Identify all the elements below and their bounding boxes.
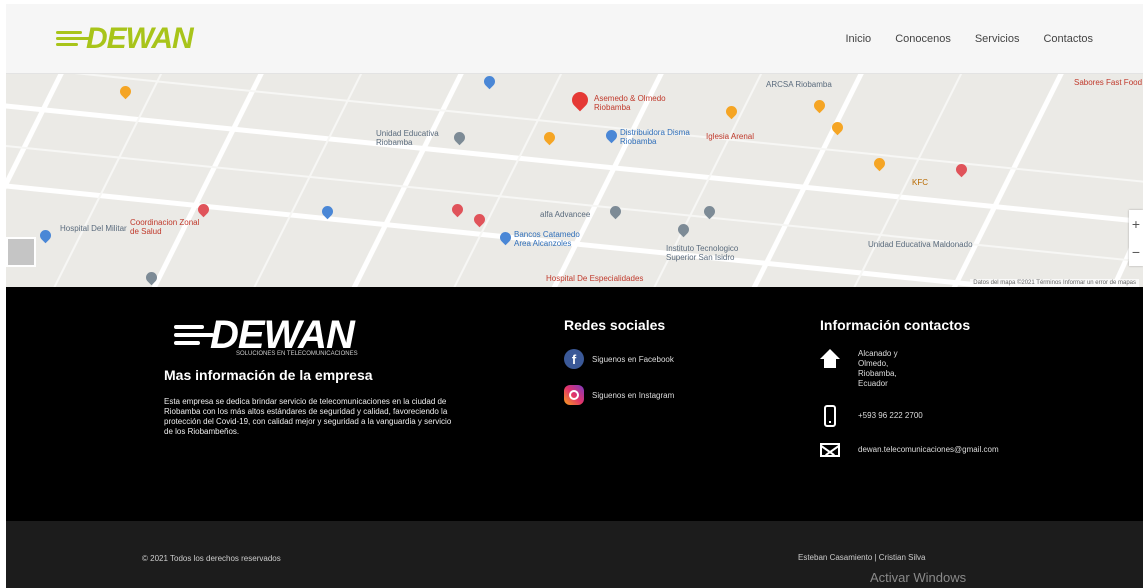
map-label[interactable]: ARCSA Riobamba: [766, 80, 832, 89]
zoom-out-button[interactable]: −: [1132, 238, 1140, 266]
contact-phone[interactable]: +593 96 222 2700: [820, 405, 999, 427]
site-footer: DEWAN SOLUCIONES EN TELECOMUNICACIONES M…: [6, 287, 1143, 521]
footer-social: Redes sociales f Siguenos en Facebook Si…: [564, 317, 674, 405]
brand-name: DEWAN: [86, 21, 194, 55]
logo-speed-lines: [174, 325, 214, 345]
footer-contact: Información contactos Alcanado y Olmedo,…: [820, 317, 999, 457]
zoom-in-button[interactable]: +: [1132, 210, 1140, 238]
facebook-icon: f: [564, 349, 584, 369]
bottom-bar: © 2021 Todos los derechos reservados Est…: [6, 521, 1143, 588]
phone-text: +593 96 222 2700: [858, 411, 923, 420]
contact-email[interactable]: dewan.telecomunicaciones@gmail.com: [820, 443, 999, 457]
footer-about: DEWAN SOLUCIONES EN TELECOMUNICACIONES M…: [164, 315, 464, 437]
footer-logo-subtitle: SOLUCIONES EN TELECOMUNICACIONES: [236, 351, 358, 357]
map-label[interactable]: Iglesia Arenal: [706, 132, 754, 141]
navbar: DEWAN Inicio Conocenos Servicios Contact…: [6, 4, 1143, 74]
map-label[interactable]: KFC: [912, 178, 928, 187]
about-title: Mas información de la empresa: [164, 367, 373, 383]
map-label[interactable]: Sabores Fast Food: [1074, 78, 1142, 87]
logo-speed-lines: [56, 31, 90, 46]
email-text: dewan.telecomunicaciones@gmail.com: [858, 445, 999, 454]
map-label[interactable]: alfa Advancee: [540, 210, 590, 219]
map-label[interactable]: Instituto Tecnologico Superior San Isidr…: [666, 244, 766, 262]
activate-windows-watermark: Activar Windows: [870, 570, 967, 585]
map-label[interactable]: Distribuidora Disma Riobamba: [620, 128, 710, 146]
map-zoom-control: + −: [1129, 210, 1143, 266]
about-text: Esta empresa se dedica brindar servicio …: [164, 397, 452, 436]
main-nav: Inicio Conocenos Servicios Contactos: [846, 33, 1094, 45]
instagram-link-label: Siguenos en Instagram: [592, 390, 675, 400]
map-label[interactable]: Coordinacion Zonal de Salud: [130, 218, 210, 236]
footer-brand-name: DEWAN: [210, 313, 355, 357]
map-label[interactable]: Unidad Educativa Maldonado: [868, 240, 973, 249]
contact-title: Información contactos: [820, 317, 971, 333]
phone-icon: [824, 405, 836, 427]
instagram-link[interactable]: Siguenos en Instagram: [564, 385, 674, 405]
credits-text: Esteban Casamiento | Cristian Silva: [798, 553, 926, 562]
contact-address: Alcanado y Olmedo, Riobamba, Ecuador: [820, 349, 999, 389]
nav-item-conocenos[interactable]: Conocenos: [895, 33, 951, 45]
map-label[interactable]: Asemedo & Olmedo Riobamba: [594, 94, 674, 112]
copyright-text: © 2021 Todos los derechos reservados: [142, 554, 281, 563]
map-label[interactable]: Hospital Del Militar: [60, 224, 140, 233]
social-title: Redes sociales: [564, 317, 666, 333]
map-label[interactable]: Unidad Educativa Riobamba: [376, 129, 454, 147]
embedded-map[interactable]: Asemedo & Olmedo Riobamba Unidad Educati…: [6, 74, 1143, 287]
map-satellite-toggle[interactable]: [6, 237, 36, 267]
facebook-link[interactable]: f Siguenos en Facebook: [564, 349, 674, 369]
map-label[interactable]: Bancos Catamedo Area Alcanzoles: [514, 230, 594, 248]
facebook-link-label: Siguenos en Facebook: [592, 354, 674, 364]
address-text: Alcanado y Olmedo, Riobamba, Ecuador: [858, 349, 898, 388]
email-icon: [820, 443, 840, 457]
home-icon: [820, 349, 840, 369]
nav-item-contactos[interactable]: Contactos: [1043, 33, 1093, 45]
map-attribution[interactable]: Datos del mapa ©2021 Términos Informar u…: [970, 279, 1139, 287]
map-label[interactable]: Hospital De Especialidades: [546, 274, 643, 283]
instagram-icon: [564, 385, 584, 405]
brand-logo[interactable]: DEWAN: [56, 21, 194, 56]
nav-item-servicios[interactable]: Servicios: [975, 33, 1020, 45]
footer-logo[interactable]: DEWAN: [174, 315, 464, 355]
nav-item-inicio[interactable]: Inicio: [846, 33, 872, 45]
